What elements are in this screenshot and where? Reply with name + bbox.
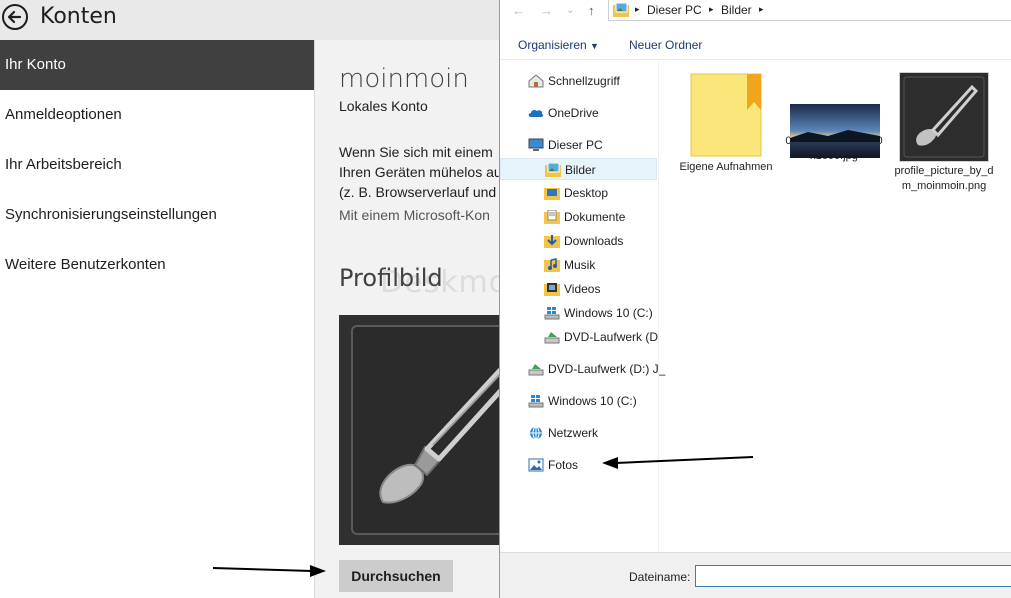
tree-label: Dokumente: [564, 210, 626, 224]
up-folder-icon[interactable]: ↑: [588, 3, 595, 18]
breadcrumb-dieser-pc[interactable]: Dieser PC: [647, 3, 702, 17]
tree-divider: [658, 62, 659, 552]
file-caption: Eigene Aufnahmen: [679, 161, 773, 173]
dvd-drive-icon: [528, 364, 544, 376]
dialog-toolbar: Organisieren ▼ Neuer Ordner: [500, 30, 1011, 60]
breadcrumb-separator-icon: ▸: [635, 4, 640, 14]
nav-item-weitere-konten[interactable]: Weitere Benutzerkonten: [0, 240, 314, 290]
file-item-eigene-aufnahmen[interactable]: Eigene Aufnahmen: [676, 72, 776, 175]
windows-drive-icon: [544, 307, 560, 320]
nav-item-ihr-konto[interactable]: Ihr Konto: [0, 40, 314, 90]
videos-folder-icon: [544, 283, 560, 296]
tree-label: DVD-Laufwerk (D: [564, 330, 659, 344]
music-folder-icon: [544, 258, 560, 272]
tree-label: Videos: [564, 282, 601, 296]
back-nav-icon[interactable]: ←: [512, 3, 525, 18]
dialog-footer: Dateiname:: [500, 552, 1011, 598]
file-item-profile-png[interactable]: profile_picture_by_dm_moinmoin.png: [894, 72, 994, 194]
breadcrumb-separator-icon: ▸: [709, 4, 714, 14]
computer-icon: [528, 138, 544, 151]
navigation-tree: Schnellzugriff OneDrive Dieser PC Bilder…: [500, 62, 665, 552]
nav-item-anmeldeoptionen[interactable]: Anmeldeoptionen: [0, 90, 314, 140]
tree-label: Musik: [564, 258, 596, 272]
home-icon: [528, 74, 544, 88]
address-row: ← → ⌄ ↑ ▸ Dieser PC ▸ Bilder ▸: [500, 0, 1011, 22]
pictures-location-icon: [613, 3, 629, 17]
nav-item-arbeitsbereich[interactable]: Ihr Arbeitsbereich: [0, 140, 314, 190]
folder-icon: [690, 72, 762, 158]
landscape-image-thumbnail: [788, 72, 880, 158]
profile-picture-frame: [351, 325, 499, 535]
dvd-drive-icon: [544, 332, 560, 344]
profile-image-thumbnail: [899, 72, 989, 162]
organize-label: Organisieren: [518, 38, 587, 52]
dropdown-arrow-icon: ▼: [590, 41, 599, 51]
network-icon: [530, 426, 542, 440]
cloud-icon: [528, 109, 544, 117]
windows-drive-icon: [528, 395, 544, 408]
tree-label: DVD-Laufwerk (D:) J_: [548, 362, 666, 376]
back-arrow-icon[interactable]: [1, 3, 29, 31]
desktop-folder-icon: [544, 188, 560, 200]
tree-label: Fotos: [548, 458, 579, 472]
account-content: moinmoin Lokales Konto Wenn Sie sich mit…: [315, 40, 499, 598]
file-list: Eigene Aufnahmen profile_picture_by_dm_m…: [660, 62, 1011, 552]
tree-label: Dieser PC: [548, 138, 603, 152]
file-open-dialog: ← → ⌄ ↑ ▸ Dieser PC ▸ Bilder ▸ Organisie…: [499, 0, 1011, 598]
breadcrumb-separator-icon: ▸: [759, 4, 764, 14]
breadcrumb-bilder[interactable]: Bilder: [721, 3, 752, 17]
tree-label: Desktop: [564, 186, 609, 200]
tree-label: Windows 10 (C:): [564, 306, 653, 320]
page-title: Konten: [40, 4, 117, 29]
forward-nav-icon[interactable]: →: [540, 3, 553, 18]
description-line-1: Wenn Sie sich mit einem: [339, 144, 493, 160]
organize-button[interactable]: Organisieren ▼: [518, 38, 599, 52]
nav-item-synchronisierung[interactable]: Synchronisierungseinstellungen: [0, 190, 314, 240]
filename-input[interactable]: [695, 565, 1011, 587]
file-caption: profile_picture_by_dm_moinmoin.png: [894, 165, 994, 192]
browse-button[interactable]: Durchsuchen: [339, 560, 453, 592]
screen: Konten Ihr Konto Anmeldeoptionen Ihr Arb…: [0, 0, 1011, 598]
settings-nav: Ihr Konto Anmeldeoptionen Ihr Arbeitsber…: [0, 40, 314, 598]
microsoft-account-link[interactable]: Mit einem Microsoft-Kon: [339, 207, 490, 223]
recent-locations-icon[interactable]: ⌄: [566, 5, 574, 16]
filename-label: Dateiname:: [629, 570, 691, 584]
description-line-2: Ihren Geräten mühelos au: [339, 164, 499, 180]
tree-label: OneDrive: [548, 106, 599, 120]
tree-label: Downloads: [564, 234, 624, 248]
tree-label: Schnellzugriff: [548, 74, 620, 88]
paintbrush-icon: [379, 367, 499, 504]
documents-folder-icon: [544, 210, 560, 224]
tree-label: Netzwerk: [548, 426, 599, 440]
tree-item-bilder[interactable]: Bilder: [500, 158, 657, 180]
account-type: Lokales Konto: [339, 98, 428, 114]
photos-icon: [528, 458, 544, 472]
account-username: moinmoin: [339, 64, 469, 94]
profile-picture: [339, 315, 499, 545]
file-item-peace-jpg[interactable]: 00610_peace_2560x1600.jpg: [784, 72, 884, 164]
pictures-folder-icon: [545, 163, 561, 177]
new-folder-button[interactable]: Neuer Ordner: [629, 38, 702, 52]
description-line-3: (z. B. Browserverlauf und: [339, 184, 497, 200]
downloads-folder-icon: [544, 235, 560, 248]
tree-label: Windows 10 (C:): [548, 394, 637, 408]
tree-label: Bilder: [565, 163, 596, 177]
address-bar[interactable]: ▸ Dieser PC ▸ Bilder ▸: [608, 0, 1011, 21]
